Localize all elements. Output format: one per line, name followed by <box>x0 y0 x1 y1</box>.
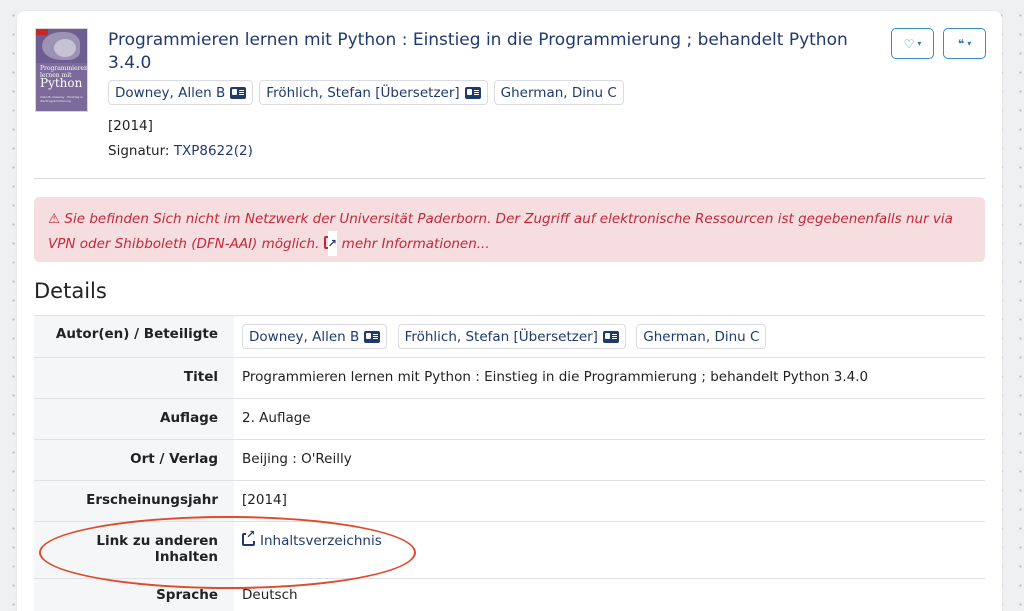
author-name: Downey, Allen B <box>249 328 360 345</box>
signature: Signatur: TXP8622(2) <box>108 143 253 159</box>
details-value: Beijing : O'Reilly <box>234 440 985 480</box>
details-label: Auflage <box>34 399 234 439</box>
chevron-down-icon: ▾ <box>967 39 972 48</box>
author-name: Gherman, Dinu C <box>500 84 617 101</box>
details-row-edition: Auflage 2. Auflage <box>34 398 985 439</box>
contact-card-icon[interactable] <box>464 86 481 99</box>
details-row-place: Ort / Verlag Beijing : O'Reilly <box>34 439 985 480</box>
details-label: Titel <box>34 358 234 398</box>
external-link-icon <box>323 231 337 256</box>
divider <box>34 178 985 179</box>
signature-link[interactable]: TXP8622(2) <box>174 143 253 159</box>
details-value: [2014] <box>234 481 985 521</box>
author-chip[interactable]: Gherman, Dinu C <box>636 324 767 349</box>
record-card: Programmieren lernen mit Python Allen B.… <box>17 11 1002 611</box>
details-row-year: Erscheinungsjahr [2014] <box>34 480 985 521</box>
author-name: Downey, Allen B <box>115 84 226 101</box>
book-cover-image[interactable]: Programmieren lernen mit Python Allen B.… <box>35 28 88 112</box>
cover-title-big: Python <box>40 76 83 90</box>
contact-card-icon[interactable] <box>602 330 619 343</box>
author-chip[interactable]: Fröhlich, Stefan [Übersetzer] <box>259 80 488 105</box>
details-row-title: Titel Programmieren lernen mit Python : … <box>34 357 985 398</box>
details-label: Ort / Verlag <box>34 440 234 480</box>
warning-icon: ⚠ <box>48 211 61 227</box>
author-name: Fröhlich, Stefan [Übersetzer] <box>266 84 460 101</box>
quote-icon: ❝ <box>957 36 965 51</box>
signature-label: Signatur: <box>108 143 170 159</box>
publication-year: [2014] <box>108 118 153 134</box>
network-warning-alert: ⚠ Sie befinden Sich nicht im Netzwerk de… <box>34 197 985 262</box>
author-chip[interactable]: Fröhlich, Stefan [Übersetzer] <box>397 324 626 349</box>
cover-tagline: Allen B. Downey · Einstieg in die Progra… <box>40 95 84 103</box>
details-value: Programmieren lernen mit Python : Einsti… <box>234 358 985 398</box>
annotation-ellipse <box>39 516 416 589</box>
details-value: 2. Auflage <box>234 399 985 439</box>
contact-card-icon[interactable] <box>364 330 381 343</box>
details-value: Downey, Allen B Fröhlich, Stefan [Überse… <box>234 316 985 357</box>
author-chip[interactable]: Downey, Allen B <box>242 324 388 349</box>
author-chip[interactable]: Downey, Allen B <box>108 80 254 105</box>
alert-text: Sie befinden Sich nicht im Netzwerk der … <box>48 211 953 252</box>
cite-button[interactable]: ❝ ▾ <box>943 28 986 59</box>
author-name: Fröhlich, Stefan [Übersetzer] <box>404 328 598 345</box>
details-label: Autor(en) / Beteiligte <box>34 316 234 357</box>
author-chips: Downey, Allen B Fröhlich, Stefan [Überse… <box>108 80 630 105</box>
heart-icon: ♡ <box>903 36 915 51</box>
contact-card-icon[interactable] <box>230 86 247 99</box>
author-name: Gherman, Dinu C <box>643 328 760 345</box>
record-title-link[interactable]: Programmieren lernen mit Python : Einsti… <box>108 29 868 75</box>
author-chip[interactable]: Gherman, Dinu C <box>493 80 624 105</box>
details-label: Erscheinungsjahr <box>34 481 234 521</box>
favorite-button[interactable]: ♡ ▾ <box>891 28 934 59</box>
details-value: Deutsch <box>234 579 985 611</box>
chevron-down-icon: ▾ <box>917 39 922 48</box>
more-info-link[interactable]: mehr Informationen... <box>342 236 490 252</box>
details-row-authors: Autor(en) / Beteiligte Downey, Allen B F… <box>34 315 985 357</box>
details-heading: Details <box>34 279 107 303</box>
